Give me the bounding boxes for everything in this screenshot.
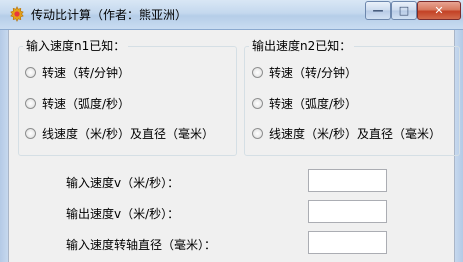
- output-option-linear[interactable]: 线速度（米/秒）及直径（毫米）: [252, 125, 441, 142]
- maximize-button[interactable]: □: [391, 1, 417, 20]
- close-icon: ✕: [434, 4, 444, 17]
- input-option-rpm[interactable]: 转速（转/分钟）: [25, 64, 130, 81]
- output-option-label: 转速（转/分钟）: [269, 66, 358, 80]
- input-option-linear[interactable]: 线速度（米/秒）及直径（毫米）: [25, 125, 214, 142]
- minimize-icon: —: [372, 4, 384, 17]
- title-bar[interactable]: 传动比计算（作者：熊亚洲） — □ ✕: [0, 0, 463, 30]
- input-velocity-label: 输入速度v（米/秒）：: [66, 176, 180, 190]
- gear-icon: [10, 6, 24, 22]
- input-option-label: 线速度（米/秒）及直径（毫米）: [42, 127, 215, 141]
- radio-button[interactable]: [252, 128, 263, 139]
- input-velocity-field[interactable]: [308, 169, 387, 192]
- window-frame-left: [0, 30, 8, 262]
- input-speed-legend: 输入速度n1已知：: [23, 37, 129, 54]
- output-option-label: 转速（弧度/秒）: [269, 97, 358, 111]
- input-shaft-diameter-label: 输入速度转轴直径（毫米）：: [66, 238, 217, 252]
- output-option-rad[interactable]: 转速（弧度/秒）: [252, 95, 357, 112]
- output-velocity-label: 输出速度v（米/秒）：: [66, 207, 180, 221]
- output-velocity-field[interactable]: [308, 200, 387, 223]
- close-button[interactable]: ✕: [417, 1, 461, 20]
- output-option-label: 线速度（米/秒）及直径（毫米）: [269, 127, 442, 141]
- input-option-label: 转速（转/分钟）: [42, 66, 131, 80]
- radio-button[interactable]: [25, 67, 36, 78]
- radio-button[interactable]: [25, 98, 36, 109]
- input-shaft-diameter-field[interactable]: [308, 231, 387, 254]
- radio-button[interactable]: [252, 98, 263, 109]
- input-option-rad[interactable]: 转速（弧度/秒）: [25, 95, 130, 112]
- input-option-label: 转速（弧度/秒）: [42, 97, 131, 111]
- minimize-button[interactable]: —: [365, 1, 391, 20]
- radio-button[interactable]: [252, 67, 263, 78]
- output-speed-legend: 输出速度n2已知：: [249, 37, 355, 54]
- window-title: 传动比计算（作者：熊亚洲）: [31, 8, 188, 22]
- output-option-rpm[interactable]: 转速（转/分钟）: [252, 64, 357, 81]
- radio-button[interactable]: [25, 128, 36, 139]
- maximize-icon: □: [398, 4, 410, 17]
